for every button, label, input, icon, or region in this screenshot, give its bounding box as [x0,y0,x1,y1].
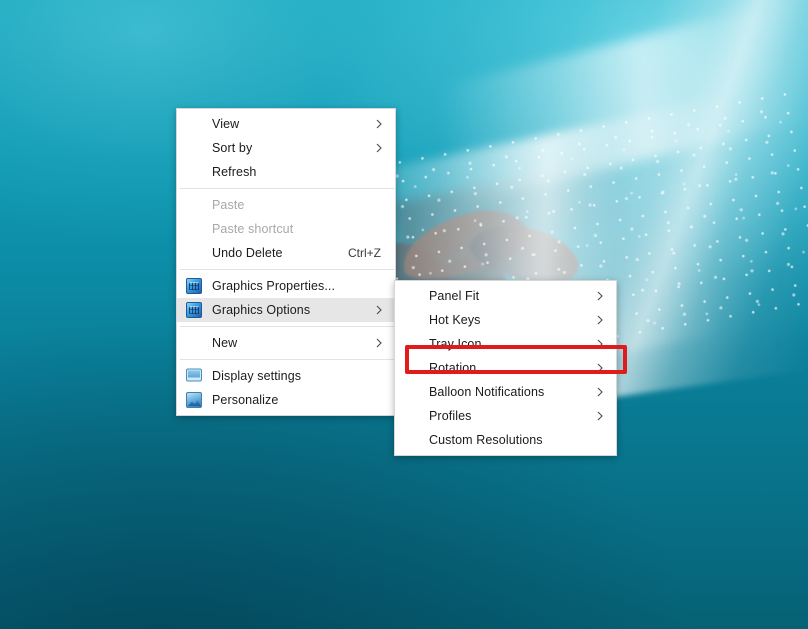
chevron-right-icon [373,337,385,349]
chevron-right-icon [373,118,385,130]
graphics-options-submenu[interactable]: Panel Fit Hot Keys Tray Icon Rotation Ba [394,280,617,456]
menu-separator [180,326,395,327]
menu-item-graphics-options[interactable]: Graphics Options [177,298,395,322]
menu-item-label: Sort by [212,141,253,155]
menu-item-label: Tray Icon [429,337,482,351]
menu-item-label: Custom Resolutions [429,433,543,447]
desktop-context-menu[interactable]: View Sort by Refresh Paste Paste shortcu… [176,108,396,416]
chevron-right-icon [594,290,606,302]
menu-separator [180,188,395,189]
menu-item-label: Refresh [212,165,257,179]
chevron-right-icon [594,314,606,326]
menu-item-paste-shortcut: Paste shortcut [177,217,395,241]
menu-item-label: Graphics Options [212,303,311,317]
submenu-item-panel-fit[interactable]: Panel Fit [395,284,616,308]
personalize-icon [186,392,202,408]
menu-item-label: Undo Delete [212,246,283,260]
menu-item-view[interactable]: View [177,112,395,136]
menu-item-label: Paste shortcut [212,222,294,236]
submenu-item-balloon-notifications[interactable]: Balloon Notifications [395,380,616,404]
menu-item-refresh[interactable]: Refresh [177,160,395,184]
menu-item-label: Graphics Properties... [212,279,336,293]
menu-item-label: Profiles [429,409,472,423]
menu-item-label: Balloon Notifications [429,385,545,399]
chevron-right-icon [594,410,606,422]
chevron-right-icon [373,142,385,154]
menu-item-display-settings[interactable]: Display settings [177,364,395,388]
submenu-item-profiles[interactable]: Profiles [395,404,616,428]
graphics-icon [186,302,202,318]
menu-item-label: New [212,336,238,350]
submenu-item-custom-resolutions[interactable]: Custom Resolutions [395,428,616,452]
submenu-item-rotation[interactable]: Rotation [395,356,616,380]
menu-separator [180,269,395,270]
graphics-icon [186,278,202,294]
chevron-right-icon [594,362,606,374]
menu-item-new[interactable]: New [177,331,395,355]
menu-item-label: Personalize [212,393,279,407]
menu-item-label: View [212,117,240,131]
desktop[interactable]: View Sort by Refresh Paste Paste shortcu… [0,0,808,629]
menu-item-label: Rotation [429,361,477,375]
chevron-right-icon [373,304,385,316]
chevron-right-icon [594,386,606,398]
submenu-item-hot-keys[interactable]: Hot Keys [395,308,616,332]
menu-item-label: Display settings [212,369,302,383]
monitor-icon [186,368,202,382]
menu-item-undo-delete[interactable]: Undo Delete Ctrl+Z [177,241,395,265]
menu-item-personalize[interactable]: Personalize [177,388,395,412]
submenu-item-tray-icon[interactable]: Tray Icon [395,332,616,356]
menu-item-graphics-properties[interactable]: Graphics Properties... [177,274,395,298]
menu-item-label: Paste [212,198,245,212]
menu-separator [180,359,395,360]
menu-item-sort-by[interactable]: Sort by [177,136,395,160]
menu-item-label: Panel Fit [429,289,480,303]
menu-item-shortcut: Ctrl+Z [348,246,381,260]
chevron-right-icon [594,338,606,350]
menu-item-paste: Paste [177,193,395,217]
menu-item-label: Hot Keys [429,313,481,327]
